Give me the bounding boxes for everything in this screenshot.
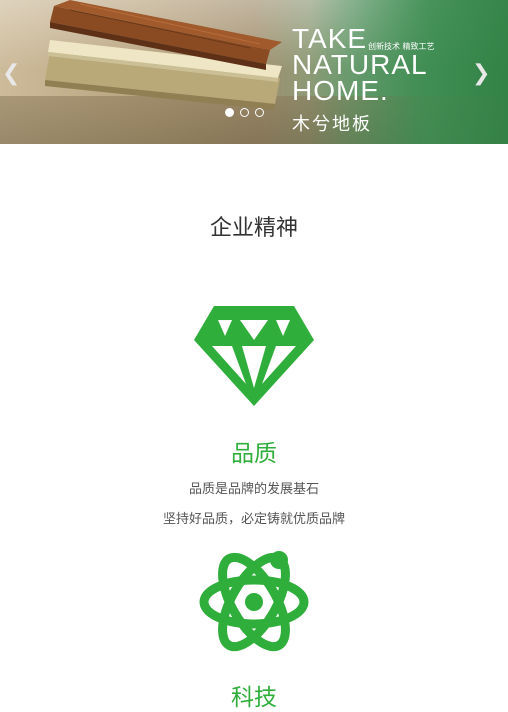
feature-desc-line-1: 品质是品牌的发展基石	[188, 482, 319, 497]
carousel-dot-3[interactable]	[255, 108, 264, 117]
feature-name: 科技	[231, 685, 277, 711]
carousel-next-button[interactable]: ❯	[472, 62, 490, 86]
banner-tagline: 创新技术 精致工艺	[368, 42, 435, 51]
section-title: 企业精神	[209, 216, 298, 241]
carousel-indicators	[225, 108, 264, 117]
headline-line-3: HOME.	[292, 75, 389, 106]
atom-icon	[199, 551, 309, 652]
carousel-prev-button[interactable]: ❮	[2, 62, 20, 86]
chevron-left-icon: ❮	[2, 61, 21, 86]
feature-desc-line-2: 坚持好品质，必定铸就优质品牌	[162, 512, 345, 527]
floor-plank-image	[45, 0, 282, 110]
chevron-right-icon: ❯	[472, 61, 491, 86]
banner-slogan: TAKE NATURAL HOME. 创新技术 精致工艺 木兮地板	[292, 25, 435, 136]
feature-name: 品质	[231, 441, 277, 467]
diamond-icon	[194, 306, 314, 406]
brand-name: 木兮地板	[292, 114, 372, 135]
carousel-dot-1[interactable]	[225, 108, 234, 117]
hero-carousel[interactable]: ❮ ❯ TAKE NATURAL HOME. 创新技术 精致工艺 木兮地板	[0, 0, 508, 144]
carousel-dot-2[interactable]	[240, 108, 249, 117]
